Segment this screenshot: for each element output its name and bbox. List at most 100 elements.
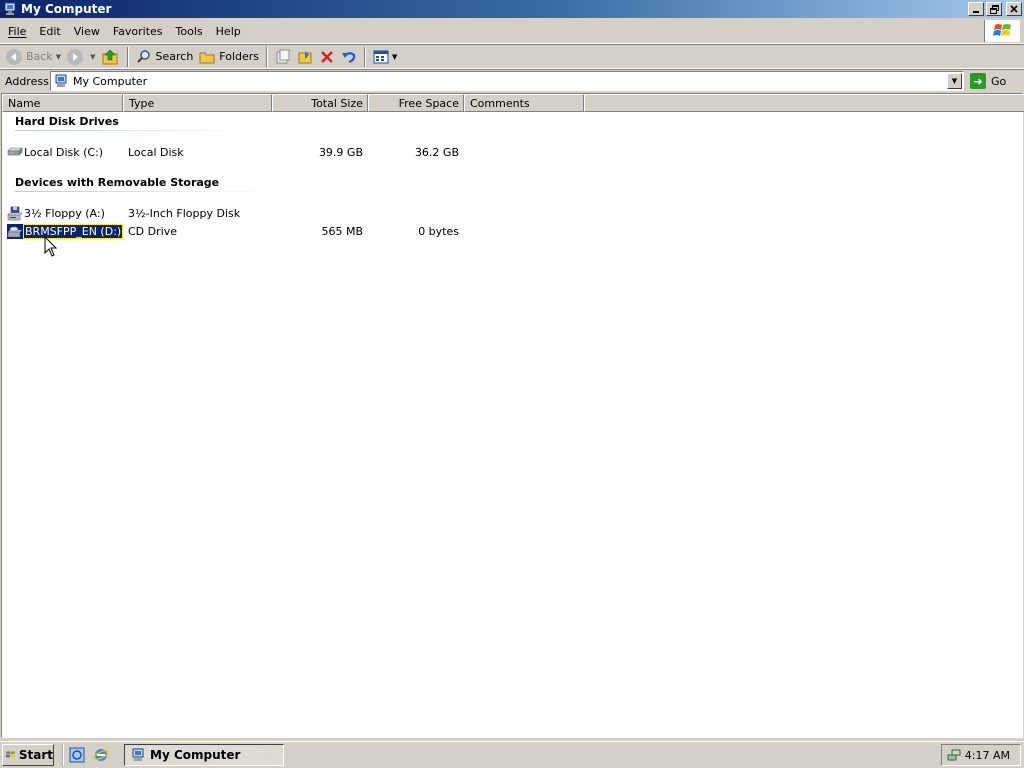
menu-view[interactable]: View <box>69 25 105 38</box>
folders-label: Folders <box>219 50 260 63</box>
group-title: Devices with Removable Storage <box>15 176 220 189</box>
group-title: Hard Disk Drives <box>15 115 119 128</box>
back-button[interactable]: Back ▼ <box>3 46 64 68</box>
internet-explorer-icon[interactable] <box>92 746 110 764</box>
address-label: Address <box>5 74 49 88</box>
column-type[interactable]: Type <box>123 94 272 112</box>
views-icon <box>373 50 389 63</box>
folders-button[interactable]: Folders <box>196 46 262 68</box>
taskbar-button-my-computer[interactable]: My Computer <box>124 744 284 766</box>
column-header: Name Type Total Size Free Space Comments <box>2 94 1024 112</box>
item-type: Local Disk <box>128 146 184 159</box>
windows-logo <box>984 20 1020 42</box>
delete-icon <box>321 50 333 63</box>
item-name: Local Disk (C:) <box>24 146 104 159</box>
menu-help[interactable]: Help <box>211 25 246 38</box>
item-total-size: 565 MB <box>321 225 363 238</box>
menu-favorites[interactable]: Favorites <box>108 25 168 38</box>
item-type: CD Drive <box>128 225 177 238</box>
floppy-drive-icon <box>7 206 23 221</box>
my-computer-icon <box>132 748 144 761</box>
search-label: Search <box>155 50 194 63</box>
list-item-selected[interactable]: BRMSFPP_EN (D:) CD Drive 565 MB 0 bytes <box>6 223 606 240</box>
list-item[interactable]: Local Disk (C:) Local Disk 39.9 GB 36.2 … <box>6 144 606 161</box>
my-computer-icon <box>4 2 16 15</box>
views-button[interactable]: ▼ <box>370 46 400 68</box>
file-list-view[interactable]: Name Type Total Size Free Space Comments… <box>1 93 1024 738</box>
clock[interactable]: 4:17 AM <box>965 749 1010 762</box>
chevron-down-icon: ▼ <box>951 77 958 85</box>
item-type: 3½-Inch Floppy Disk <box>128 207 241 220</box>
server-manager-icon[interactable] <box>68 746 86 764</box>
address-dropdown-button[interactable]: ▼ <box>947 73 962 89</box>
hard-disk-icon <box>7 147 23 156</box>
column-name[interactable]: Name <box>2 94 123 112</box>
minimize-icon <box>973 11 979 13</box>
column-total-size[interactable]: Total Size <box>272 94 368 112</box>
menu-view-label: View <box>73 24 100 38</box>
menu-file[interactable]: File <box>3 25 31 38</box>
menu-help-label: Help <box>215 24 241 38</box>
taskbar-button-label: My Computer <box>150 748 241 762</box>
item-total-size: 39.9 GB <box>318 146 363 159</box>
system-tray: 4:17 AM <box>941 744 1021 766</box>
address-input[interactable]: My Computer ▼ <box>50 71 964 91</box>
copy-to-icon <box>298 50 312 63</box>
move-to-button[interactable] <box>272 46 294 68</box>
views-dropdown-icon: ▼ <box>392 52 398 61</box>
column-free-space[interactable]: Free Space <box>368 94 464 112</box>
menu-edit-label: Edit <box>39 24 61 38</box>
window-title: My Computer <box>21 2 112 16</box>
group-divider <box>15 130 245 131</box>
forward-dropdown-icon[interactable]: ▼ <box>90 53 95 61</box>
back-arrow-icon <box>6 48 22 65</box>
title-bar[interactable]: My Computer <box>0 0 1024 18</box>
mouse-pointer-icon <box>44 236 58 257</box>
restore-icon <box>989 4 999 14</box>
undo-button[interactable] <box>338 46 360 68</box>
address-value: My Computer <box>73 74 148 88</box>
item-name-selected: BRMSFPP_EN (D:) <box>22 224 124 239</box>
undo-icon <box>342 51 356 63</box>
group-divider <box>15 191 275 192</box>
menu-bar: File Edit View Favorites Tools Help <box>0 19 1024 44</box>
up-folder-icon <box>102 49 117 64</box>
item-name: BRMSFPP_EN (D:) <box>22 224 124 239</box>
delete-button[interactable] <box>316 46 338 68</box>
search-icon <box>136 49 150 63</box>
restore-button[interactable] <box>986 2 1002 16</box>
windows-flag-icon <box>6 751 16 758</box>
item-free-space: 0 bytes <box>418 225 459 238</box>
close-icon <box>1010 5 1018 13</box>
move-to-icon <box>276 49 290 63</box>
network-icon[interactable] <box>947 748 961 762</box>
go-button[interactable]: ➜ Go <box>970 71 1006 91</box>
windows-flag-icon <box>992 24 1011 36</box>
menu-edit[interactable]: Edit <box>34 25 65 38</box>
toolbar-separator <box>266 46 269 67</box>
column-filler <box>584 94 1024 112</box>
menu-favorites-label: Favorites <box>112 24 163 38</box>
start-label: Start <box>18 748 53 762</box>
taskbar: Start My Computer 4:17 AM <box>0 741 1024 768</box>
address-bar: Address My Computer ▼ ➜ Go <box>0 69 1024 92</box>
forward-button[interactable]: ▼ <box>64 46 98 68</box>
menu-file-label: File <box>8 24 27 38</box>
menu-tools[interactable]: Tools <box>171 25 208 38</box>
item-name: 3½ Floppy (A:) <box>24 207 105 220</box>
list-item[interactable]: 3½ Floppy (A:) 3½-Inch Floppy Disk <box>6 205 606 222</box>
search-button[interactable]: Search <box>133 46 197 68</box>
go-label: Go <box>991 74 1007 88</box>
up-folder-button[interactable] <box>99 46 123 68</box>
go-arrow-icon: ➜ <box>970 73 986 89</box>
start-button[interactable]: Start <box>2 744 54 766</box>
minimize-button[interactable] <box>968 2 984 16</box>
toolbar-separator <box>364 46 367 67</box>
close-button[interactable] <box>1006 2 1022 16</box>
column-comments[interactable]: Comments <box>464 94 584 112</box>
copy-to-button[interactable] <box>294 46 316 68</box>
quick-launch <box>62 744 116 766</box>
standard-toolbar: Back ▼ ▼ Search Folders ▼ <box>0 44 1024 69</box>
back-dropdown-icon[interactable]: ▼ <box>56 53 61 61</box>
folders-icon <box>199 52 215 63</box>
